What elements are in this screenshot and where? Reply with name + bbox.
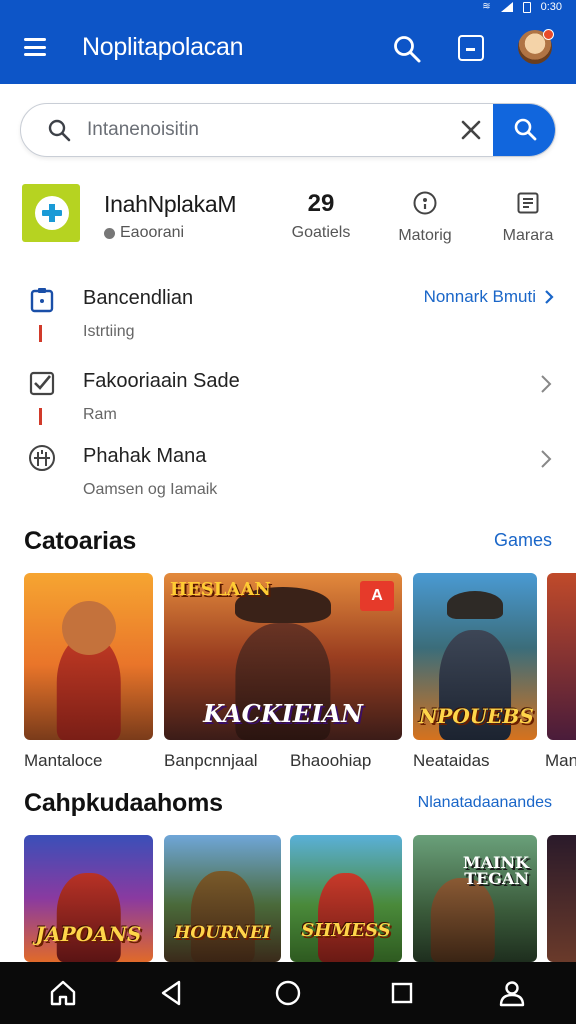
profile-location-text: Eaoorani: [120, 224, 185, 241]
status-bar: ≋ 0:30: [0, 0, 576, 14]
card-art-title: HESLAAN: [170, 579, 271, 600]
card-label: Neataidas: [413, 751, 490, 770]
game-card[interactable]: HOURNEI: [164, 835, 281, 962]
game-card[interactable]: [547, 835, 576, 962]
search-submit-button[interactable]: [493, 104, 555, 156]
battery-icon: [522, 1, 531, 13]
app-title: Noplitapolacan: [82, 33, 244, 61]
card-art-title: MAINK TEGAN: [462, 853, 529, 888]
game-card[interactable]: [24, 573, 153, 740]
home-circle-icon[interactable]: [274, 979, 302, 1007]
section-title: Catoarias: [24, 527, 137, 555]
info-circle-icon: [413, 191, 437, 215]
row-indicator: [39, 325, 42, 342]
section-link[interactable]: Nlanatadaanandes: [418, 794, 552, 812]
search-icon: [48, 119, 71, 142]
game-card[interactable]: NPOUEBS: [413, 573, 537, 740]
wifi-icon: ≋: [482, 1, 491, 12]
home-icon[interactable]: [49, 979, 77, 1007]
list-item-phahak[interactable]: Phahak Mana Oamsen og Iamaik: [0, 441, 576, 513]
stat-label: Goatiels: [291, 224, 351, 241]
card-art: [56, 873, 121, 962]
stat-value: 29: [307, 190, 335, 217]
stat-goals[interactable]: 29 Goatiels: [286, 190, 356, 242]
clipboard-icon: [30, 288, 54, 313]
card-art: [190, 870, 255, 962]
document-icon: [517, 192, 539, 214]
list-item-title: Phahak Mana: [83, 445, 207, 467]
card-art-subtitle: JAPOANS: [35, 922, 142, 946]
card-label: Man: [545, 751, 576, 770]
app-bar: Noplitapolacan: [0, 14, 576, 84]
notification-badge: [543, 29, 554, 40]
card-label: Bhaoohiap: [290, 751, 372, 770]
close-icon[interactable]: [459, 118, 483, 142]
back-icon[interactable]: [158, 979, 186, 1007]
search-icon[interactable]: [392, 34, 422, 64]
card-label: Mantaloce: [24, 751, 103, 770]
card-art: [447, 591, 503, 619]
game-card[interactable]: JAPOANS: [24, 835, 153, 962]
stat-matorig[interactable]: Matorig: [390, 190, 460, 245]
list-item-subtitle: Ram: [83, 406, 117, 423]
card-art: [61, 601, 116, 655]
card-art: [430, 878, 495, 962]
list-item-title: Bancendlian: [83, 287, 194, 309]
menu-icon[interactable]: [24, 38, 46, 56]
list-item-bancendlian[interactable]: Bancendlian Istrtiing Nonnark Bmuti: [0, 283, 576, 355]
card-art-subtitle: KACKIEIAN: [203, 699, 363, 728]
list-item-subtitle: Istrtiing: [83, 323, 135, 340]
list-item-subtitle: Oamsen og Iamaik: [83, 481, 218, 498]
card-art: [318, 873, 374, 962]
recents-icon[interactable]: [388, 979, 416, 1007]
section-title: Cahpkudaahoms: [24, 789, 223, 817]
stat-label: Matorig: [398, 227, 452, 244]
search-bar: [20, 103, 556, 157]
stat-label: Marara: [502, 227, 554, 244]
list-item-fakooriaain[interactable]: Fakooriaain Sade Ram: [0, 366, 576, 438]
signal-icon: [500, 2, 513, 12]
list-item-action[interactable]: Nonnark Bmuti: [424, 287, 554, 307]
app-logo: [22, 184, 80, 242]
window-icon[interactable]: [458, 35, 484, 61]
gamepad-icon: [29, 445, 55, 471]
section-link[interactable]: Games: [494, 530, 552, 551]
chevron-right-icon: [541, 450, 552, 468]
list-item-title: Fakooriaain Sade: [83, 370, 240, 392]
search-input[interactable]: [87, 114, 457, 146]
game-card[interactable]: [547, 573, 576, 740]
card-art-subtitle: SHMESS: [301, 920, 391, 941]
game-card[interactable]: HESLAAN A KACKIEIAN: [164, 573, 402, 740]
stat-marara[interactable]: Marara: [496, 190, 560, 245]
chevron-right-icon: [541, 375, 552, 393]
checkbox-icon: [29, 371, 55, 396]
profile-location: Eaoorani: [104, 224, 184, 242]
status-time: 0:30: [540, 1, 562, 13]
game-card[interactable]: SHMESS: [290, 835, 402, 962]
avatar[interactable]: [518, 29, 554, 64]
card-art-subtitle: HOURNEI: [174, 923, 271, 943]
search-icon: [514, 118, 537, 140]
row-indicator: [39, 408, 42, 425]
card-art-subtitle: NPOUEBS: [419, 704, 534, 728]
location-pin-icon: [104, 227, 115, 239]
profile-icon[interactable]: [498, 979, 526, 1007]
list-item-action-label: Nonnark Bmuti: [423, 287, 536, 306]
profile-name: InahNplakaM: [104, 191, 237, 217]
chevron-right-icon: [545, 290, 554, 304]
game-card[interactable]: MAINK TEGAN: [413, 835, 537, 962]
card-label: Banpcnnjaal: [164, 751, 258, 770]
card-badge: A: [360, 581, 394, 611]
bottom-nav: [0, 962, 576, 1024]
